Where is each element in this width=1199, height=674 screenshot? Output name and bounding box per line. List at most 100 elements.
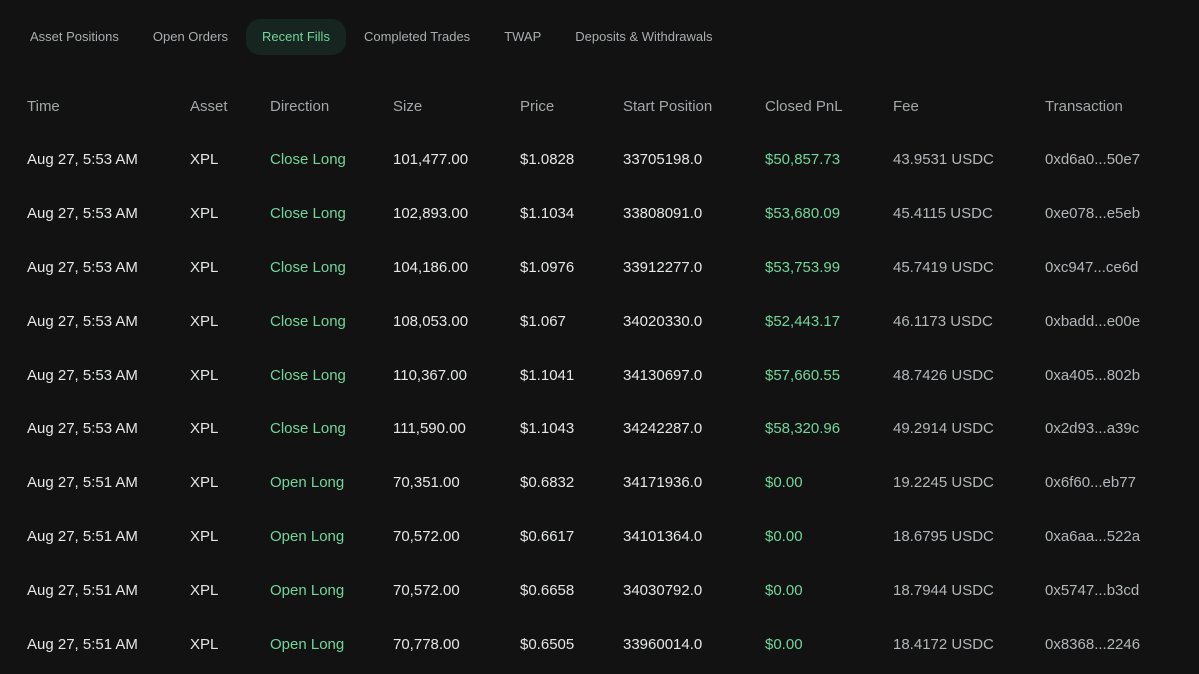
table-header-row: Time Asset Direction Size Price Start Po… [0,79,1199,133]
cell-start-position: 34171936.0 [623,474,703,492]
table-row: Aug 27, 5:51 AM XPL Open Long 70,351.00 $0.6… [0,456,1199,510]
cell-direction: Open Long [270,474,345,492]
cell-direction: Open Long [270,581,345,599]
column-header-price[interactable]: Price [520,79,623,133]
tab-recent-fills[interactable]: Recent Fills [246,19,346,55]
cell-transaction-link[interactable]: 0x6f60...eb77 [1045,456,1199,510]
table-row: Aug 27, 5:53 AM XPL Close Long 104,186.00 $1… [0,241,1199,295]
cell-closed-pnl: $0.00 [765,527,803,545]
cell-time: Aug 27, 5:53 AM [27,366,138,384]
cell-time: Aug 27, 5:51 AM [27,474,138,492]
column-header-size[interactable]: Size [393,79,520,133]
cell-price: $1.067 [520,312,566,330]
cell-transaction-link[interactable]: 0xbadd...e00e [1045,294,1199,348]
cell-time: Aug 27, 5:53 AM [27,151,138,169]
spacer [0,563,27,617]
cell-direction: Close Long [270,312,346,330]
column-header-asset[interactable]: Asset [190,79,270,133]
cell-size: 101,477.00 [393,151,469,169]
spacer [0,456,27,510]
cell-size: 111,590.00 [393,420,466,438]
cell-closed-pnl: $52,443.17 [765,312,841,330]
table-row: Aug 27, 5:51 AM XPL Open Long 70,778.00 $0.6… [0,617,1199,671]
cell-transaction-link[interactable]: 0x8368...2246 [1045,617,1199,671]
cell-closed-pnl: $53,680.09 [765,205,841,223]
cell-closed-pnl: $53,753.99 [765,258,841,276]
cell-direction: Close Long [270,420,346,438]
cell-direction: Close Long [270,205,346,223]
table-row: Aug 27, 5:53 AM XPL Close Long 110,367.00 $1… [0,348,1199,402]
cell-transaction-link[interactable]: 0xc947...ce6d [1045,241,1199,295]
cell-transaction-link[interactable]: 0xa6aa...522a [1045,510,1199,564]
cell-direction: Open Long [270,527,345,545]
cell-price: $1.0976 [520,258,575,276]
cell-price: $1.1041 [520,366,575,384]
cell-direction: Open Long [270,635,345,653]
column-header-transaction[interactable]: Transaction [1045,79,1199,133]
cell-time: Aug 27, 5:53 AM [27,420,138,438]
cell-closed-pnl: $0.00 [765,635,803,653]
cell-transaction-link[interactable]: 0xd6a0...50e7 [1045,133,1199,187]
cell-price: $0.6505 [520,635,575,653]
cell-size: 70,572.00 [393,581,460,599]
cell-fee: 45.4115 USDC [893,205,993,223]
spacer [0,241,27,295]
cell-asset: XPL [190,581,219,599]
cell-size: 70,572.00 [393,527,460,545]
cell-size: 108,053.00 [393,312,469,330]
cell-time: Aug 27, 5:53 AM [27,258,138,276]
cell-closed-pnl: $58,320.96 [765,420,841,438]
cell-start-position: 34130697.0 [623,366,703,384]
recent-fills-table: Time Asset Direction Size Price Start Po… [0,79,1199,671]
tab-asset-positions[interactable]: Asset Positions [14,19,135,55]
column-header-direction[interactable]: Direction [270,79,393,133]
cell-direction: Close Long [270,151,346,169]
cell-asset: XPL [190,366,219,384]
tab-open-orders[interactable]: Open Orders [137,19,244,55]
spacer [0,187,27,241]
spacer [0,133,27,187]
spacer [0,402,27,456]
spacer [0,294,27,348]
tab-deposits-withdrawals[interactable]: Deposits & Withdrawals [559,19,728,55]
cell-time: Aug 27, 5:53 AM [27,205,138,223]
cell-start-position: 33705198.0 [623,151,703,169]
cell-price: $0.6832 [520,474,575,492]
cell-closed-pnl: $0.00 [765,581,803,599]
tab-twap[interactable]: TWAP [488,19,557,55]
cell-price: $1.1043 [520,420,575,438]
cell-asset: XPL [190,420,219,438]
cell-size: 70,351.00 [393,474,460,492]
cell-fee: 18.4172 USDC [893,635,994,653]
cell-asset: XPL [190,205,219,223]
cell-start-position: 33912277.0 [623,258,703,276]
cell-asset: XPL [190,635,219,653]
cell-asset: XPL [190,258,219,276]
cell-transaction-link[interactable]: 0xa405...802b [1045,348,1199,402]
cell-start-position: 33960014.0 [623,635,703,653]
tab-completed-trades[interactable]: Completed Trades [348,19,486,55]
cell-size: 110,367.00 [393,366,467,384]
cell-asset: XPL [190,527,219,545]
cell-fee: 45.7419 USDC [893,258,994,276]
spacer [0,348,27,402]
cell-transaction-link[interactable]: 0x5747...b3cd [1045,563,1199,617]
spacer [0,617,27,671]
cell-start-position: 34020330.0 [623,312,703,330]
cell-start-position: 33808091.0 [623,205,703,223]
cell-fee: 49.2914 USDC [893,420,994,438]
cell-size: 104,186.00 [393,258,469,276]
cell-direction: Close Long [270,366,346,384]
cell-transaction-link[interactable]: 0x2d93...a39c [1045,402,1199,456]
cell-transaction-link[interactable]: 0xe078...e5eb [1045,187,1199,241]
column-header-start-position[interactable]: Start Position [623,79,765,133]
column-header-closed-pnl[interactable]: Closed PnL [765,79,893,133]
table-row: Aug 27, 5:51 AM XPL Open Long 70,572.00 $0.6… [0,563,1199,617]
cell-asset: XPL [190,312,219,330]
cell-time: Aug 27, 5:53 AM [27,312,138,330]
cell-direction: Close Long [270,258,346,276]
cell-time: Aug 27, 5:51 AM [27,581,138,599]
column-header-time[interactable]: Time [27,79,190,133]
cell-closed-pnl: $57,660.55 [765,366,841,384]
column-header-fee[interactable]: Fee [893,79,1045,133]
